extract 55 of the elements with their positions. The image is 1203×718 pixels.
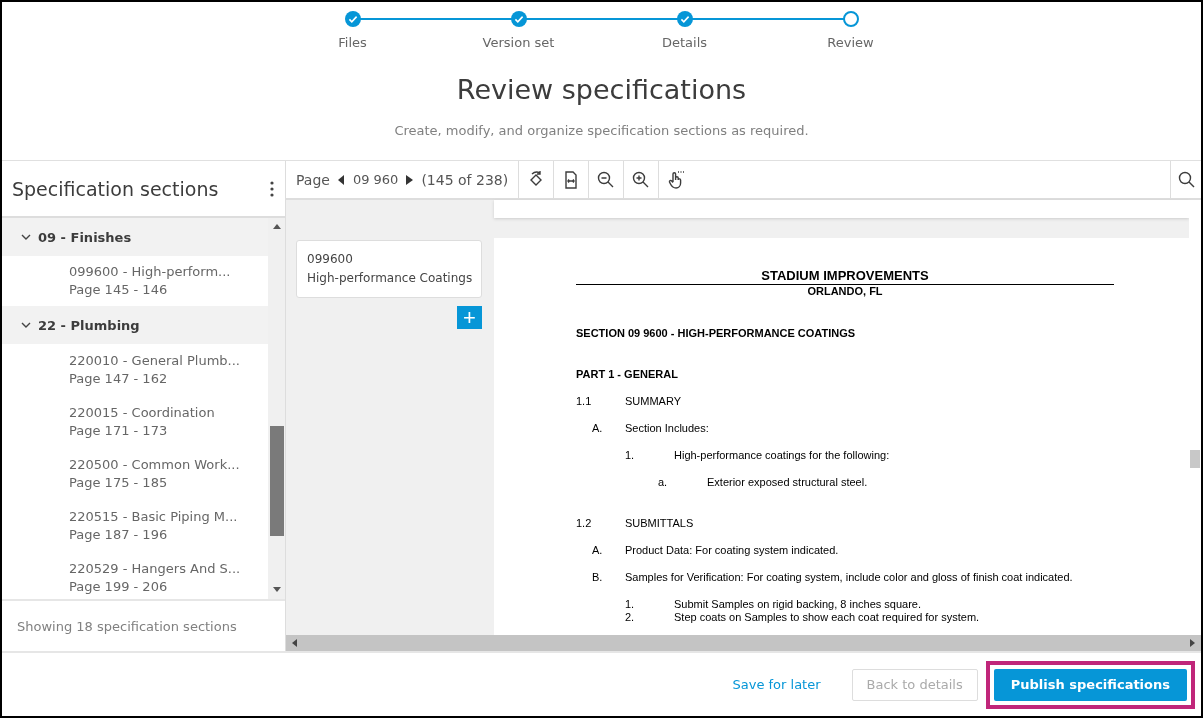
section-item[interactable]: 220500 - Common Work... Page 175 - 185 xyxy=(2,448,268,500)
clause-text: SUBMITTALS xyxy=(625,517,694,529)
add-section-button[interactable]: + xyxy=(457,306,482,329)
clause-number: A. xyxy=(592,544,604,556)
scrollbar-thumb[interactable] xyxy=(269,426,284,536)
clause-number: 1.1 xyxy=(576,395,593,407)
clause-text: Exterior exposed structural steel. xyxy=(707,476,868,488)
page-subtitle: Create, modify, and organize specification sections as required. xyxy=(394,123,809,138)
step-label: Details xyxy=(661,35,708,50)
section-heading: SECTION 09 9600 - HIGH-PERFORMANCE COATINGS xyxy=(576,327,857,339)
clause-number: 1.2 xyxy=(576,517,593,529)
previous-page-icon[interactable] xyxy=(337,174,345,185)
scroll-right-icon[interactable] xyxy=(1190,639,1195,647)
clause-text: High-performance coatings for the following: xyxy=(674,449,890,461)
horizontal-scrollbar[interactable] xyxy=(286,635,1201,651)
clause-text: Submit Samples on rigid backing, 8 inches square. xyxy=(674,598,922,610)
section-item[interactable]: 220515 - Basic Piping M... Page 187 - 196 xyxy=(2,500,268,552)
next-page-icon[interactable] xyxy=(406,174,414,185)
panel-title: Specification sections xyxy=(12,177,219,200)
document-title: STADIUM IMPROVEMENTS xyxy=(576,268,1114,285)
clause-text: Step coats on Samples to show each coat required for system. xyxy=(674,611,980,623)
clause-text: SUMMARY xyxy=(625,395,682,407)
step-label: Files xyxy=(338,35,367,50)
publish-button[interactable]: Publish specifications xyxy=(993,668,1187,701)
scrollbar-thumb[interactable] xyxy=(1190,450,1200,468)
step-label: Version set xyxy=(482,35,555,50)
document-location: ORLANDO, FL xyxy=(806,285,884,297)
scroll-up-icon[interactable] xyxy=(272,224,281,230)
page-field[interactable]: 09 960 xyxy=(352,172,399,187)
section-item[interactable]: 220010 - General Plumb... Page 147 - 162 xyxy=(2,344,268,396)
clause-number: A. xyxy=(592,422,604,434)
clause-text: Samples for Verification: For coating system, include color and gloss of finish coat indicated. xyxy=(625,571,1073,583)
page-title: Review specifications xyxy=(456,74,747,105)
page-count: (145 of 238) xyxy=(421,171,509,188)
section-card[interactable]: 099600 High-performance Coatings xyxy=(296,240,482,298)
clause-number: a. xyxy=(658,476,669,488)
clause-number: 2. xyxy=(625,611,636,623)
more-options-icon[interactable] xyxy=(269,179,275,198)
scroll-down-icon[interactable] xyxy=(272,587,281,593)
step-label: Review xyxy=(827,35,874,50)
clause-text: Section Includes: xyxy=(625,422,709,434)
section-item[interactable]: 220529 - Hangers And S... Page 199 - 206 xyxy=(2,552,268,599)
clause-number: 1. xyxy=(625,598,636,610)
section-count: Showing 18 specification sections xyxy=(2,599,285,651)
scroll-left-icon[interactable] xyxy=(292,639,297,647)
search-icon[interactable] xyxy=(1177,169,1197,190)
hand-pointer-icon[interactable] xyxy=(666,169,687,190)
clause-text: Product Data: For coating system indicated. xyxy=(625,544,839,556)
part-heading: PART 1 - GENERAL xyxy=(576,368,679,380)
section-item[interactable]: 220015 - Coordination Page 171 - 173 xyxy=(2,396,268,448)
clause-number: 1. xyxy=(625,449,636,461)
save-link[interactable]: Save for later xyxy=(717,668,836,701)
page-label: Page xyxy=(296,171,330,188)
clause-number: B. xyxy=(592,571,604,583)
section-item[interactable]: 099600 - High-perform... Page 145 - 146 xyxy=(2,256,268,306)
